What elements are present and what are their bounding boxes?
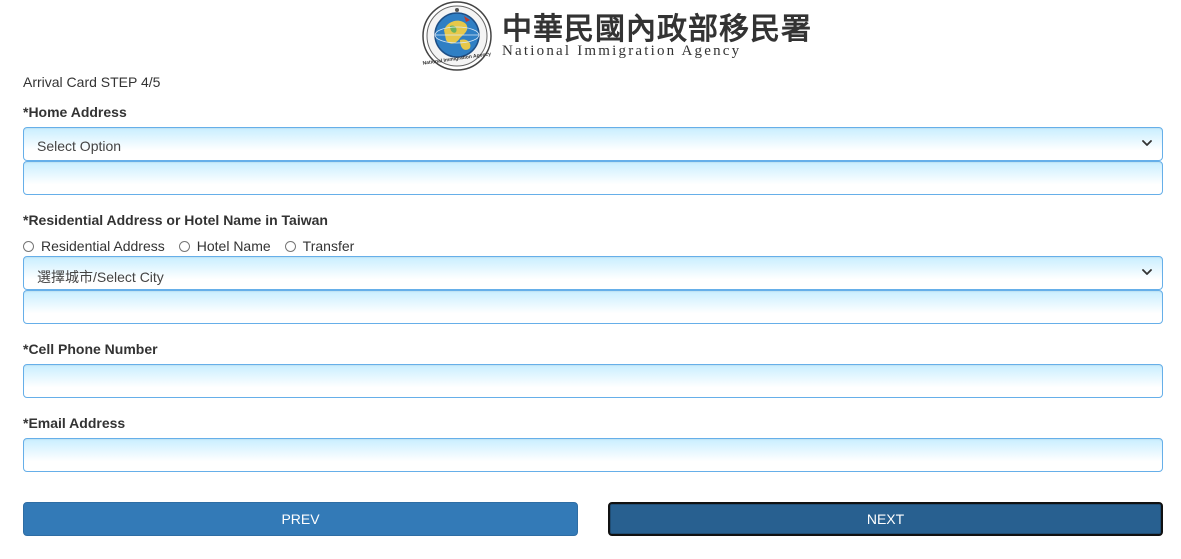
radio-transfer[interactable]: Transfer (284, 238, 355, 254)
cell-phone-input[interactable] (23, 364, 1163, 398)
prev-button[interactable]: PREV (23, 502, 578, 536)
residential-type-radio-group: Residential Address Hotel Name Transfer (23, 237, 368, 255)
home-address-select-value: Select Option (37, 138, 122, 154)
radio-button-icon[interactable] (23, 240, 34, 252)
cell-phone-label: *Cell Phone Number (23, 341, 158, 357)
agency-header: National Immigration Agency 中華民國內政部移民署 N… (420, 0, 811, 74)
home-address-input[interactable] (23, 161, 1163, 195)
residential-city-select[interactable]: 選擇城市/Select City (23, 256, 1163, 290)
radio-transfer-label: Transfer (302, 238, 355, 254)
radio-hotel-name[interactable]: Hotel Name (178, 238, 271, 254)
residential-city-select-value: 選擇城市/Select City (37, 269, 164, 285)
residential-address-input[interactable] (23, 290, 1163, 324)
next-button[interactable]: NEXT (608, 502, 1163, 536)
home-address-label: *Home Address (23, 104, 127, 120)
radio-residential-address[interactable]: Residential Address (23, 238, 165, 254)
home-address-select[interactable]: Select Option (23, 127, 1163, 161)
radio-button-icon[interactable] (178, 240, 190, 252)
agency-name-english: National Immigration Agency (502, 43, 742, 59)
arrival-card-page: National Immigration Agency 中華民國內政部移民署 N… (0, 0, 1181, 559)
radio-residential-address-label: Residential Address (41, 238, 165, 254)
chevron-down-icon (1142, 269, 1152, 275)
agency-name-chinese: 中華民國內政部移民署 (502, 12, 812, 47)
step-indicator: Arrival Card STEP 4/5 (23, 74, 161, 90)
residential-address-label: *Residential Address or Hotel Name in Ta… (23, 212, 328, 228)
agency-emblem-logo: National Immigration Agency (422, 1, 492, 71)
radio-button-icon[interactable] (284, 240, 296, 252)
radio-hotel-name-label: Hotel Name (196, 238, 271, 254)
chevron-down-icon (1142, 140, 1152, 146)
email-input[interactable] (23, 438, 1163, 472)
email-label: *Email Address (23, 415, 126, 431)
